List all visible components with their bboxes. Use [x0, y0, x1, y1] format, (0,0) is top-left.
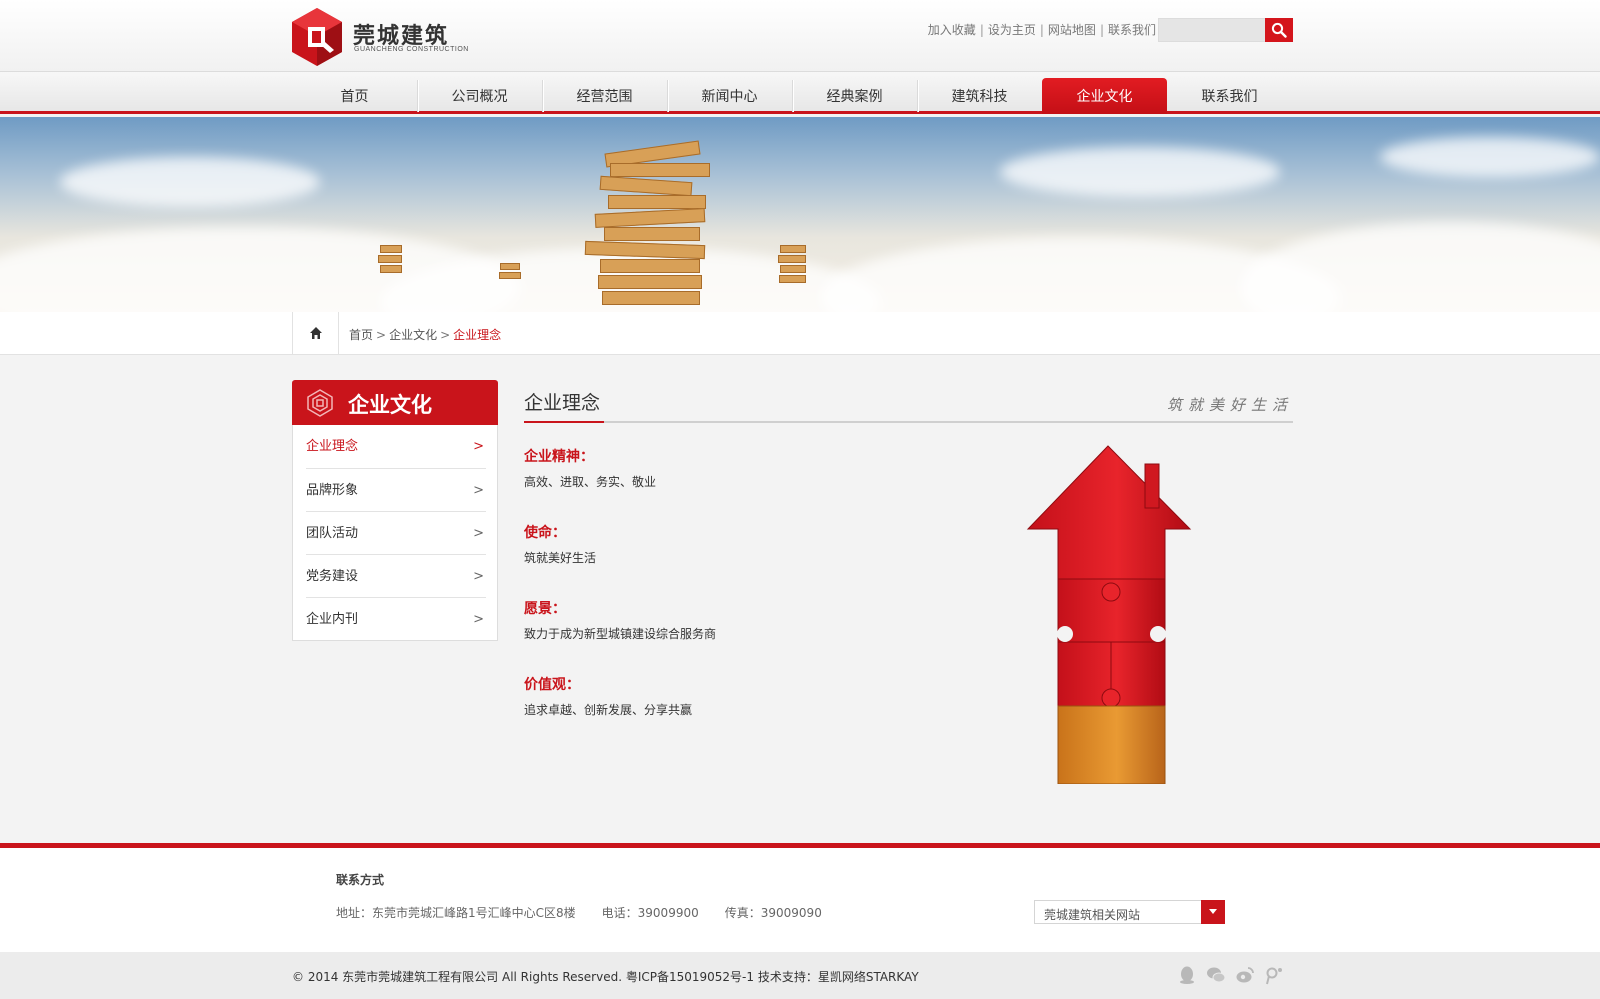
- puzzle-arrow-image: [1026, 445, 1192, 784]
- footer-contact-heading: 联系方式: [336, 873, 385, 887]
- sidebar-item-party[interactable]: 党务建设 >: [306, 554, 486, 597]
- logo-mark-icon: [292, 8, 342, 66]
- chevron-right-icon: >: [473, 569, 484, 584]
- search-button[interactable]: [1265, 18, 1293, 42]
- top-link-sitemap[interactable]: 网站地图: [1048, 23, 1096, 37]
- weibo-icon[interactable]: [1235, 965, 1255, 985]
- top-link-favorite[interactable]: 加入收藏: [928, 23, 976, 37]
- section-heading-values: 价值观：: [524, 677, 580, 693]
- related-sites-label: 莞城建筑相关网站: [1044, 908, 1141, 922]
- section-heading-mission: 使命：: [524, 525, 566, 541]
- search-input[interactable]: [1158, 18, 1266, 42]
- footer-fax: 传真：39009090: [724, 906, 822, 920]
- nav-item-tech[interactable]: 建筑科技: [917, 78, 1042, 114]
- dropdown-button[interactable]: [1201, 900, 1225, 924]
- slogan: 筑就美好生活: [1166, 396, 1293, 414]
- sidebar-item-brand[interactable]: 品牌形象 >: [306, 468, 486, 511]
- related-sites-select[interactable]: 莞城建筑相关网站: [1034, 900, 1225, 924]
- section-text-values: 追求卓越、创新发展、分享共赢: [524, 703, 693, 717]
- top-header: 莞城建筑 GUANCHENG CONSTRUCTION 加入收藏 | 设为主页 | 网站…: [0, 0, 1600, 72]
- qq-icon[interactable]: [1177, 965, 1197, 985]
- search-icon: [1271, 22, 1287, 38]
- copyright-bar: © 2014 东莞市莞城建筑工程有限公司 All Rights Reserved…: [0, 952, 1600, 999]
- hero-banner: [0, 117, 1600, 312]
- section-text-vision: 致力于成为新型城镇建设综合服务商: [524, 627, 717, 641]
- nav-item-news[interactable]: 新闻中心: [667, 78, 792, 114]
- logo[interactable]: 莞城建筑 GUANCHENG CONSTRUCTION: [290, 8, 490, 66]
- nav-item-company[interactable]: 公司概况: [417, 78, 542, 114]
- wechat-icon[interactable]: [1206, 965, 1226, 985]
- section-heading-vision: 愿景：: [524, 601, 566, 617]
- chevron-right-icon: >: [473, 612, 484, 627]
- sidebar-title: 企业文化: [348, 393, 432, 417]
- top-link-contact[interactable]: 联系我们: [1108, 23, 1156, 37]
- title-divider-accent: [524, 421, 604, 423]
- breadcrumb-bar: 首页 > 企业文化 > 企业理念: [0, 312, 1600, 355]
- footer: 联系方式 地址：东莞市莞城汇峰路1号汇峰中心C区8楼 电话：39009900 传真：…: [0, 848, 1600, 952]
- nav-item-cases[interactable]: 经典案例: [792, 78, 917, 114]
- footer-contact-line: 地址：东莞市莞城汇峰路1号汇峰中心C区8楼 电话：39009900 传真：39009…: [336, 904, 848, 921]
- logo-name-en: GUANCHENG CONSTRUCTION: [354, 46, 469, 53]
- chevron-down-icon: [1209, 909, 1217, 914]
- section-text-spirit: 高效、进取、务实、敬业: [524, 475, 657, 489]
- sidebar-item-team[interactable]: 团队活动 >: [306, 511, 486, 554]
- sidebar-item-philosophy[interactable]: 企业理念 >: [306, 425, 486, 468]
- copyright-text: © 2014 东莞市莞城建筑工程有限公司 All Rights Reserved…: [292, 970, 919, 984]
- top-link-homepage[interactable]: 设为主页: [988, 23, 1036, 37]
- nav-item-contact[interactable]: 联系我们: [1167, 78, 1292, 114]
- sidebar-item-journal[interactable]: 企业内刊 >: [306, 597, 486, 640]
- breadcrumb: 首页 > 企业文化 > 企业理念: [349, 328, 502, 342]
- nav-item-culture[interactable]: 企业文化: [1042, 78, 1167, 114]
- culture-logo-icon: [307, 389, 333, 417]
- footer-phone: 电话：39009900: [601, 906, 699, 920]
- nav-item-home[interactable]: 首页: [292, 78, 417, 114]
- home-button[interactable]: [292, 312, 339, 355]
- chevron-right-icon: >: [473, 483, 484, 498]
- breadcrumb-current: 企业理念: [453, 328, 502, 342]
- section-text-mission: 筑就美好生活: [524, 551, 597, 565]
- breadcrumb-home[interactable]: 首页: [349, 328, 373, 342]
- chevron-right-icon: >: [473, 439, 484, 454]
- top-links: 加入收藏 | 设为主页 | 网站地图 | 联系我们: [927, 23, 1156, 37]
- footer-address: 地址：东莞市莞城汇峰路1号汇峰中心C区8楼: [336, 906, 576, 920]
- sidebar-menu: 企业理念 > 品牌形象 > 团队活动 > 党务建设 > 企业内刊 >: [292, 425, 498, 641]
- page-title: 企业理念: [524, 392, 601, 414]
- main-nav: 首页 公司概况 经营范围 新闻中心 经典案例 建筑科技 企业文化 联系我们: [0, 72, 1600, 114]
- title-divider: [524, 421, 1293, 423]
- section-heading-spirit: 企业精神：: [524, 449, 594, 465]
- tencent-weibo-icon[interactable]: [1264, 965, 1284, 985]
- sidebar-header: 企业文化: [292, 380, 498, 425]
- social-links: [1177, 965, 1284, 985]
- chevron-right-icon: >: [473, 526, 484, 541]
- breadcrumb-section[interactable]: 企业文化: [389, 328, 437, 342]
- home-icon: [310, 327, 322, 339]
- nav-item-business[interactable]: 经营范围: [542, 78, 667, 114]
